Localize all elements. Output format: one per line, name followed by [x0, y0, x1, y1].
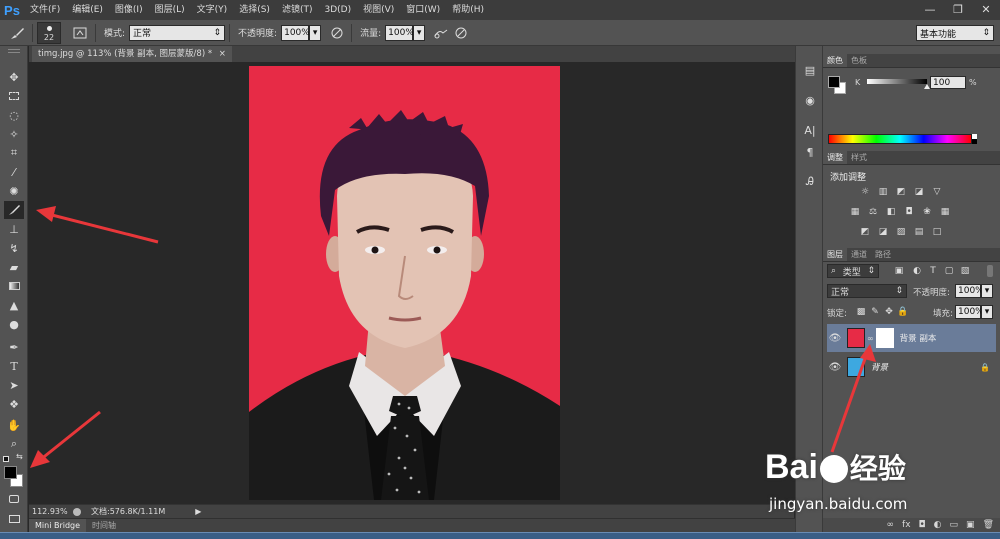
arrow-to-color-swatch: [39, 410, 101, 462]
watermark-url: jingyan.baidu.com: [769, 495, 908, 513]
baidu-jingyan-watermark: Bai 经验 jingyan.baidu.com: [755, 445, 995, 525]
watermark-brand-cn: 经验: [849, 453, 906, 484]
arrow-to-brush-tool: [47, 212, 159, 244]
arrowhead-mask: [860, 344, 876, 362]
photoshop-window: Ps 文件(F) 编辑(E) 图像(I) 图层(L) 文字(Y) 选择(S) 滤…: [0, 0, 1000, 539]
arrowhead-brush: [36, 206, 56, 222]
watermark-brand: Bai: [765, 448, 818, 486]
paw-icon: [819, 455, 848, 484]
arrow-to-layer-mask: [830, 355, 868, 453]
color-fg-swatch[interactable]: [828, 76, 840, 88]
